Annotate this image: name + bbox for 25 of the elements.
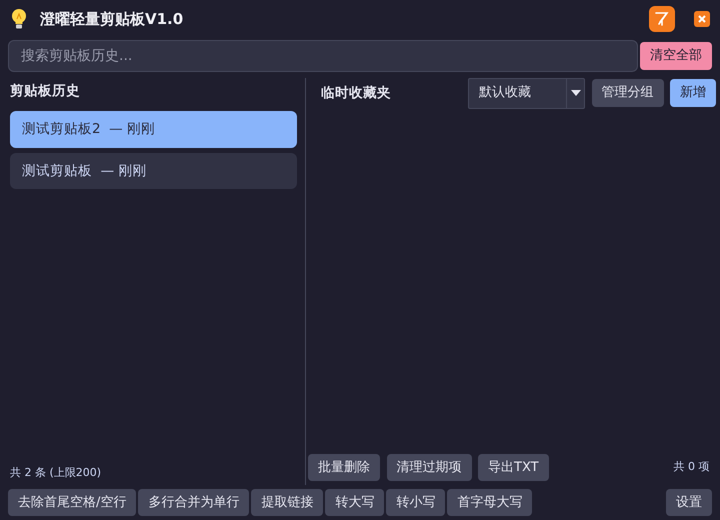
close-icon[interactable] xyxy=(694,11,710,27)
lightbulb-icon xyxy=(10,8,28,30)
add-button[interactable]: 新增 xyxy=(670,79,716,107)
window-title: 澄曜轻量剪贴板V1.0 xyxy=(40,8,184,30)
tool-button[interactable]: 去除首尾空格/空行 xyxy=(8,488,136,516)
caret-icon xyxy=(570,90,580,96)
action-button[interactable]: 批量删除 xyxy=(308,454,380,482)
tool-button[interactable]: 提取链接 xyxy=(251,488,324,516)
panel-title: 临时收藏夹 xyxy=(321,84,391,103)
settings-button[interactable]: 设置 xyxy=(666,488,712,516)
action-button[interactable]: 清理过期项 xyxy=(386,454,472,482)
action-button[interactable]: 导出TXT xyxy=(478,454,549,482)
item-count: 共 0 项 xyxy=(674,459,710,476)
tool-button[interactable]: 多行合并为单行 xyxy=(138,488,250,516)
tool-button[interactable]: 转小写 xyxy=(386,488,446,516)
search-field[interactable]: 搜索剪贴板历史... xyxy=(8,40,638,72)
history-item[interactable]: 测试剪贴板 — 刚刚 xyxy=(10,152,297,189)
manage-groups-button[interactable]: 管理分组 xyxy=(592,79,664,107)
item-count: 共 2 条 (上限200) xyxy=(10,464,102,481)
clear-all-button[interactable]: 清空全部 xyxy=(640,42,712,70)
group-select[interactable]: 默认收藏 xyxy=(468,78,585,108)
panel-title: 剪贴板历史 xyxy=(10,82,81,102)
tool-button[interactable]: 转大写 xyxy=(325,488,384,516)
history-item[interactable]: 测试剪贴板2 — 刚刚 xyxy=(10,111,297,148)
tool-button[interactable]: 首字母大写 xyxy=(447,488,532,516)
